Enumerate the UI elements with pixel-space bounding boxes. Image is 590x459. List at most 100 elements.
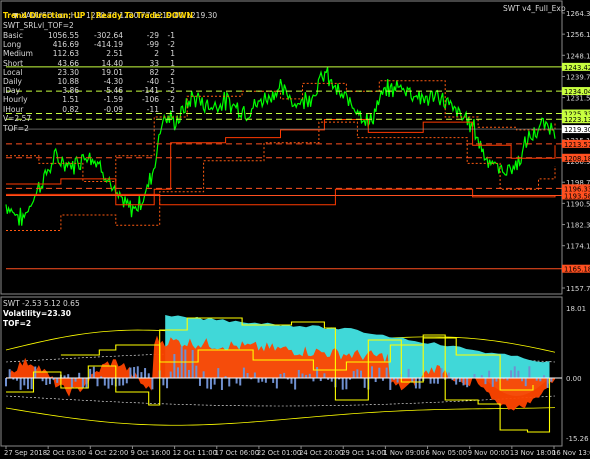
stats-cell: 1 [170,49,175,59]
stats-cell: -99 [146,40,159,50]
time-tick-label: 17 Oct 06:00 [215,449,259,457]
stats-cell: -2 [167,86,175,96]
trend-value: UP [73,11,86,20]
time-tick-label: 24 Oct 20:00 [299,449,343,457]
time-tick-label: 13 Nov 18:00 [510,449,556,457]
stats-cell: 2 [170,67,175,77]
stats-row: Basic 1056.55 -302.64 -29 -1 [3,31,175,40]
stats-cell: -106 [141,95,159,105]
v-label: V=2.57 [3,114,32,123]
stats-row: Long 416.69 -414.19 -99 -2 [3,40,175,49]
time-tick-label: 27 Sep 2018 [4,449,47,457]
stats-cell: -5.46 [103,86,123,96]
stats-cell: 112.63 [52,49,79,59]
stats-cell: -4.30 [103,76,123,86]
chart-window: 1264.301256.101248.151239.701231.501223.… [0,0,590,459]
stats-cell: 3.86 [62,86,79,96]
stats-cell: -29 [146,31,159,40]
stats-cell: 33 [149,58,159,68]
stats-cell: -302.64 [94,31,123,40]
price-tick-label: 1248.15 [566,52,590,60]
stats-cell: Hourly [3,95,28,105]
price-tag-label: 1234.04 [564,88,590,96]
indicator-name: SWT v4_Full_Exp [503,4,566,13]
stats-cell: -11 [146,104,159,114]
price-tick-label: 1190.50 [566,200,590,208]
stats-row: IHour 0.82 -0.09 -11 1 [3,105,175,114]
oscillator-tick-label: 18.01 [566,305,586,313]
oscillator-tick-label: 0.00 [566,375,582,383]
tof-label: TOF=2 [3,124,29,133]
oscillator-lower-envelope [5,407,556,426]
trend-line: Trend Direction: UP | Ready To Trade: DO… [3,11,193,20]
stats-cell: -414.19 [94,40,123,50]
time-tick-label: 9 Nov 00:00 [468,449,510,457]
price-tick-label: 1239.70 [566,73,590,81]
time-tick-label: 22 Oct 01:00 [257,449,301,457]
stats-cell: 0.82 [62,104,79,114]
stats-cell: 2.51 [106,49,123,59]
stats-row: Local 23.30 19.01 82 2 [3,68,175,77]
stats-cell: -1 [167,31,175,40]
stats-row: Medium 112.63 2.51 2 1 [3,49,175,58]
price-tag-label: 1219.30 [564,126,590,134]
stats-cell: Long [3,40,22,50]
price-tick-label: 1256.10 [566,31,590,39]
stats-cell: Daily [3,76,22,86]
stats-cell: -2 [167,95,175,105]
stats-cell: 1 [170,104,175,114]
stats-cell: IHour [3,104,24,114]
stats-cell: 14.40 [101,58,123,68]
stats-cell: Basic [3,31,23,40]
stats-table: Basic 1056.55 -302.64 -29 -1 Long 416.69 -414.1… [3,31,175,114]
panel-title: SWT_SRLvl_TOF=2 [3,21,74,30]
price-tag-label: 1208.18 [564,155,590,163]
stats-cell: 43.66 [57,58,79,68]
stats-row: IDay 3.86 -5.46 -141 -2 [3,86,175,95]
time-tick-label: 16 Nov 13:00 [552,449,590,457]
time-tick-label: 29 Oct 14:00 [341,449,385,457]
stats-cell: 2 [154,49,159,59]
time-tick-label: 1 Nov 09:00 [383,449,425,457]
stats-row: Hourly 1.51 -1.59 -106 -2 [3,95,175,104]
stats-cell: 82 [149,67,159,77]
price-tick-label: 1182.30 [566,222,590,230]
time-tick-label: 6 Nov 05:00 [426,449,468,457]
stats-cell: Short [3,58,24,68]
stats-cell: 416.69 [52,40,79,50]
price-tag-label: 1243.42 [564,64,590,72]
time-tick-label: 9 Oct 16:00 [130,449,170,457]
oscillator-lower-dotted [5,395,556,407]
stats-cell: -1.59 [103,95,123,105]
oscillator-tick-label: -15.26 [566,435,589,443]
stats-cell: 1.51 [62,95,79,105]
price-tick-label: 1264.30 [566,10,590,18]
stats-cell: Medium [3,49,33,59]
stats-cell: 1056.55 [47,31,79,40]
stats-row: Short 43.66 14.40 33 1 [3,59,175,68]
price-tick-label: 1157.70 [566,285,590,293]
time-tick-label: 12 Oct 11:00 [173,449,217,457]
stats-cell: 10.88 [57,76,79,86]
stats-cell: -1 [167,76,175,86]
stats-cell: IDay [3,86,21,96]
ready-value: DOWN [165,11,193,20]
volatility-label: Volatility=23.30 [3,309,71,318]
lower-step-line [6,188,556,206]
price-tag-label: 1223.13 [564,116,590,124]
price-tag-label: 1213.57 [564,141,590,149]
oscillator-title: SWT -2.53 5.12 0.65 [3,299,80,308]
oscillator-tof-label: TOF=2 [3,319,32,328]
stats-cell: -0.09 [103,104,123,114]
stats-cell: -40 [146,76,159,86]
price-tag-label: 1193.58 [564,192,590,200]
price-tag-label: 1165.18 [564,266,590,274]
trend-label: Trend Direction: [3,11,72,20]
stats-cell: 19.01 [101,67,123,77]
time-tick-label: 4 Oct 22:00 [88,449,128,457]
price-tick-label: 1174.10 [566,243,590,251]
time-tick-label: 2 Oct 03:00 [46,449,86,457]
stats-cell: -2 [167,40,175,50]
ready-label: | Ready To Trade: [90,11,164,20]
stats-cell: 1 [170,58,175,68]
